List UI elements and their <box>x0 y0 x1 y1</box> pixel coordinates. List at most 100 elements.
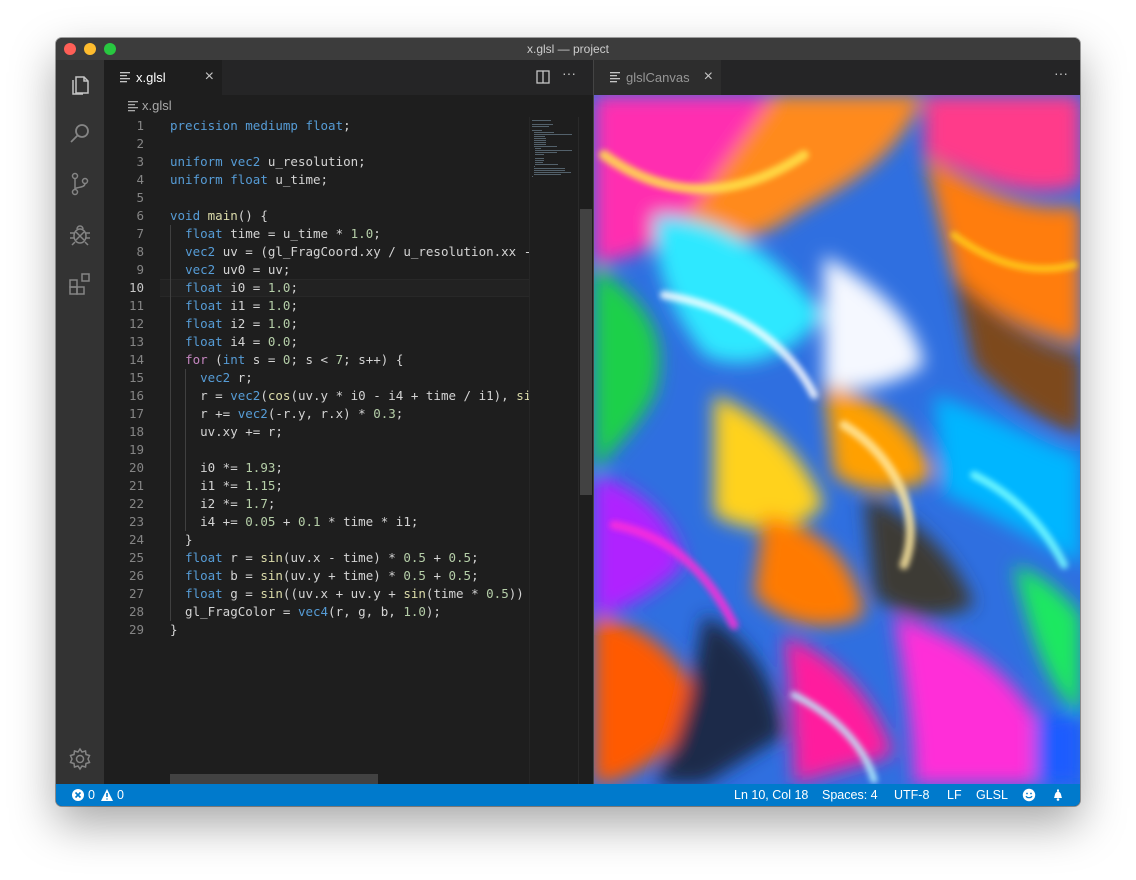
code-line[interactable]: 7 float time = u_time * 1.0; <box>104 225 529 243</box>
line-number: 2 <box>136 136 144 151</box>
minimap-line <box>533 146 557 147</box>
extensions-icon[interactable] <box>67 271 93 297</box>
error-icon[interactable] <box>71 788 85 802</box>
line-number: 3 <box>136 154 144 169</box>
minimap-line <box>533 136 545 137</box>
language-mode[interactable]: GLSL <box>976 787 1008 803</box>
line-number: 12 <box>128 316 144 331</box>
minimap-line <box>532 130 543 131</box>
vertical-scroll-thumb[interactable] <box>580 209 592 495</box>
code-line[interactable]: 27 float g = sin((uv.x + uv.y + sin(time… <box>104 585 529 603</box>
line-code: for (int s = 0; s < 7; s++) { <box>185 352 404 367</box>
line-number: 25 <box>128 550 144 565</box>
tab-close-icon[interactable]: × <box>205 68 214 86</box>
code-line[interactable]: 10 float i0 = 1.0; <box>104 279 529 297</box>
indentation-setting[interactable]: Spaces: 4 <box>822 787 878 803</box>
line-number: 22 <box>128 496 144 511</box>
line-number: 11 <box>128 298 144 313</box>
settings-gear-icon[interactable] <box>67 746 93 772</box>
tab-close-icon[interactable]: × <box>704 68 713 86</box>
preview-group: glslCanvas × ··· <box>593 60 1080 784</box>
breadcrumb-file[interactable]: x.glsl <box>142 98 172 113</box>
code-line[interactable]: 22 i2 *= 1.7; <box>104 495 529 513</box>
more-actions-icon[interactable]: ··· <box>1054 65 1068 81</box>
code-line[interactable]: 26 float b = sin(uv.y + time) * 0.5 + 0.… <box>104 567 529 585</box>
tab-label: glslCanvas <box>626 70 690 85</box>
code-line[interactable]: 24 } <box>104 531 529 549</box>
code-line[interactable]: 1 precision mediump float; <box>104 117 529 135</box>
line-code: } <box>170 532 193 547</box>
line-number: 9 <box>136 262 144 277</box>
preview-tab-bar: glslCanvas × ··· <box>594 60 1080 95</box>
search-icon[interactable] <box>67 121 93 147</box>
minimap-line <box>533 142 546 143</box>
warning-count[interactable]: 0 <box>117 787 124 803</box>
code-line[interactable]: 3 uniform vec2 u_resolution; <box>104 153 529 171</box>
code-editor[interactable]: 1 precision mediump float; 2 3 uniform vec2 … <box>104 117 529 784</box>
code-line[interactable]: 6 void main() { <box>104 207 529 225</box>
code-line[interactable]: 25 float r = sin(uv.x - time) * 0.5 + 0.… <box>104 549 529 567</box>
warning-icon[interactable] <box>100 788 114 802</box>
minimap[interactable] <box>529 117 580 784</box>
code-line[interactable]: 15 vec2 r; <box>104 369 529 387</box>
minimap-line <box>535 158 544 159</box>
file-lines-icon <box>128 101 138 112</box>
line-code: uniform vec2 u_resolution; <box>170 154 366 169</box>
breadcrumb: x.glsl <box>104 95 593 117</box>
code-line[interactable]: 29} <box>104 621 529 639</box>
code-line[interactable]: 5 <box>104 189 529 207</box>
code-line[interactable]: 18 uv.xy += r; <box>104 423 529 441</box>
vertical-scrollbar[interactable] <box>578 117 593 784</box>
debug-icon[interactable] <box>67 221 93 247</box>
code-line[interactable]: 11 float i1 = 1.0; <box>104 297 529 315</box>
code-line[interactable]: 14 for (int s = 0; s < 7; s++) { <box>104 351 529 369</box>
line-code: float i4 = 0.0; <box>185 334 298 349</box>
more-actions-icon[interactable]: ··· <box>562 65 576 81</box>
code-line[interactable]: 23 i4 += 0.05 + 0.1 * time * i1; <box>104 513 529 531</box>
encoding-setting[interactable]: UTF-8 <box>894 787 929 803</box>
line-code: i4 += 0.05 + 0.1 * time * i1; <box>170 514 419 529</box>
minimap-line <box>535 154 544 155</box>
indent-guide <box>185 369 186 531</box>
line-number: 14 <box>128 352 144 367</box>
split-editor-icon[interactable] <box>535 69 551 85</box>
editor-tab-bar: x.glsl × ··· <box>104 60 593 95</box>
horizontal-scroll-thumb[interactable] <box>170 774 378 784</box>
line-number: 28 <box>128 604 144 619</box>
end-of-line-setting[interactable]: LF <box>947 787 962 803</box>
editor-group: x.glsl × ··· x.glsl 1 precision mediump f… <box>104 60 593 784</box>
tab-x-glsl[interactable]: x.glsl × <box>104 60 222 95</box>
code-line[interactable]: 21 i1 *= 1.15; <box>104 477 529 495</box>
code-line[interactable]: 2 <box>104 135 529 153</box>
minimap-line <box>535 162 544 163</box>
code-line[interactable]: 12 float i2 = 1.0; <box>104 315 529 333</box>
feedback-smiley-icon[interactable] <box>1022 788 1036 802</box>
line-number: 10 <box>128 280 144 295</box>
error-count[interactable]: 0 <box>88 787 95 803</box>
line-code: float r = sin(uv.x - time) * 0.5 + 0.5; <box>185 550 479 565</box>
code-line[interactable]: 4 uniform float u_time; <box>104 171 529 189</box>
line-number: 27 <box>128 586 144 601</box>
line-code: vec2 r; <box>200 370 253 385</box>
code-line[interactable]: 9 vec2 uv0 = uv; <box>104 261 529 279</box>
source-control-icon[interactable] <box>67 171 93 197</box>
minimap-line <box>533 132 555 133</box>
shader-canvas[interactable] <box>594 95 1080 784</box>
indent-guide <box>170 225 171 621</box>
code-line[interactable]: 13 float i4 = 0.0; <box>104 333 529 351</box>
line-number: 6 <box>136 208 144 223</box>
code-line[interactable]: 19 <box>104 441 529 459</box>
line-code: i0 *= 1.93; <box>170 460 283 475</box>
code-line[interactable]: 20 i0 *= 1.93; <box>104 459 529 477</box>
code-line[interactable]: 28 gl_FragColor = vec4(r, g, b, 1.0); <box>104 603 529 621</box>
line-number: 8 <box>136 244 144 259</box>
tab-glslcanvas[interactable]: glslCanvas × <box>594 60 721 95</box>
code-line[interactable]: 8 vec2 uv = (gl_FragCoord.xy / u_resolut… <box>104 243 529 261</box>
explorer-icon[interactable] <box>67 71 93 97</box>
line-number: 21 <box>128 478 144 493</box>
code-line[interactable]: 17 r += vec2(-r.y, r.x) * 0.3; <box>104 405 529 423</box>
code-line[interactable]: 16 r = vec2(cos(uv.y * i0 - i4 + time / … <box>104 387 529 405</box>
minimap-line <box>532 126 549 127</box>
notifications-bell-icon[interactable] <box>1051 788 1065 802</box>
cursor-position[interactable]: Ln 10, Col 18 <box>734 787 808 803</box>
